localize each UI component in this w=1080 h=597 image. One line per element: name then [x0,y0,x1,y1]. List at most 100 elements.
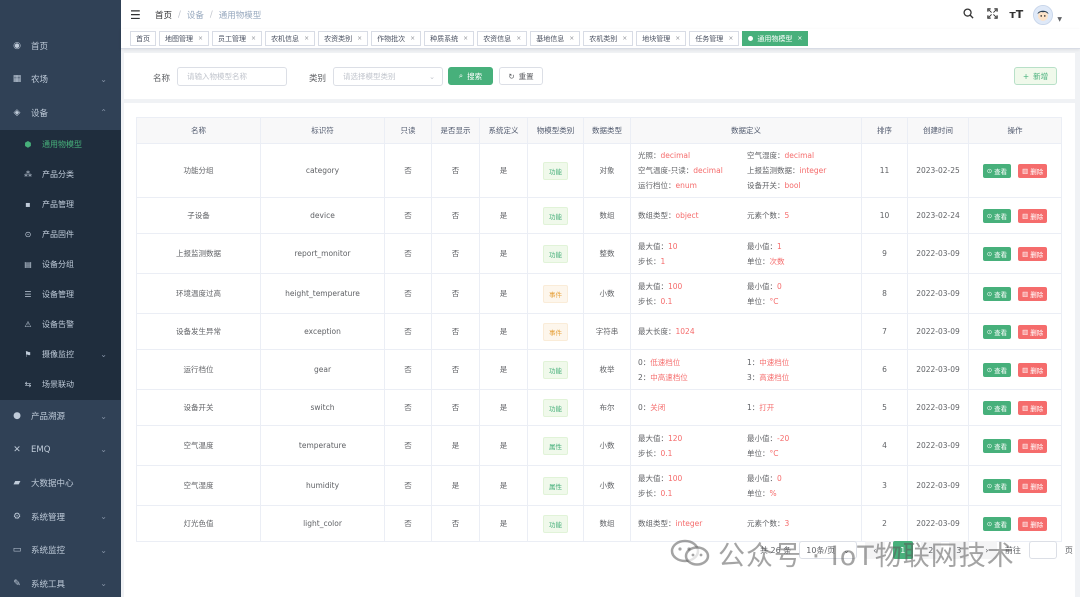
delete-button[interactable]: ▥ 删除 [1018,362,1048,377]
delete-button[interactable]: ▥ 删除 [1018,516,1048,531]
sidebar-subitem-3[interactable]: ⊙ 产品固件 [0,220,121,250]
view-button[interactable]: ⊙ 查看 [982,246,1012,261]
page-button-1[interactable]: 1 [892,541,913,559]
close-icon[interactable]: × [357,35,362,42]
close-icon[interactable]: × [516,35,521,42]
tab-tag-8[interactable]: 基地信息 × [530,31,581,46]
type-select[interactable]: 请选择模型类别 ⌄ [333,67,443,86]
tab-tag-0[interactable]: 首页 [130,31,156,46]
close-icon[interactable]: × [728,35,733,42]
delete-button[interactable]: ▥ 删除 [1018,400,1048,415]
prev-page-button[interactable]: ‹ [864,541,885,559]
delete-button[interactable]: ▥ 删除 [1018,438,1048,453]
sidebar-item-bottom-3[interactable]: ⚙ 系统管理 ⌄ [0,500,121,534]
view-button[interactable]: ⊙ 查看 [982,400,1012,415]
cell-created: 2022-03-09 [907,313,969,350]
cell-created: 2022-03-09 [907,465,969,506]
page-button-2[interactable]: 2 [920,541,941,559]
definition-key: 最大值： [638,241,668,251]
delete-button[interactable]: ▥ 删除 [1018,324,1048,339]
delete-button[interactable]: ▥ 删除 [1018,246,1048,261]
definition-key: 上报监测数据： [747,166,800,175]
tab-tag-3[interactable]: 农机信息 × [265,31,316,46]
add-button[interactable]: + 新增 [1014,67,1057,85]
sidebar-item-device[interactable]: ◈ 设备 ⌃ [0,96,121,130]
sidebar-item-bottom-0[interactable]: ● 产品溯源 ⌄ [0,400,121,434]
close-icon[interactable]: × [304,35,309,42]
cell-dtype: 对象 [583,143,631,198]
sidebar-subitem-8[interactable]: ⇆ 场景联动 [0,370,121,400]
search-icon[interactable] [961,7,975,22]
sidebar-subitem-1[interactable]: ⁂ 产品分类 [0,160,121,190]
close-icon[interactable]: × [198,35,203,42]
delete-button[interactable]: ▥ 删除 [1018,286,1048,301]
definition-item: 数组类型：object [638,210,747,221]
breadcrumb-item-home[interactable]: 首页 [155,9,172,21]
cell-readonly: 否 [384,197,432,234]
sidebar-subitem-0[interactable]: ⬢ 通用物模型 [0,130,121,160]
close-icon[interactable]: × [797,35,802,42]
delete-button[interactable]: ▥ 删除 [1018,163,1048,178]
close-icon[interactable]: × [410,35,415,42]
chevron-down-icon[interactable]: ▼ [1057,16,1062,23]
column-header: 排序 [861,117,908,144]
cell-visible: 否 [431,313,480,350]
close-icon[interactable]: × [675,35,680,42]
sidebar-subitem-5[interactable]: ☰ 设备管理 [0,280,121,310]
cell-order: 7 [861,313,908,350]
page-button-3[interactable]: 3 [948,541,969,559]
view-button[interactable]: ⊙ 查看 [982,362,1012,377]
page-size-select[interactable]: 10条/页 ⌄ [799,541,857,559]
definition-item: 最大值：120 [638,433,747,444]
tab-tag-2[interactable]: 员工管理 × [212,31,263,46]
thing-model-table: 名称 标识符 只读 是否显示 系统定义 物模型类别 数据类型 数据定义 排序 创建时间 操作 功能分… [136,117,1062,542]
sidebar-item-bottom-4[interactable]: ▭ 系统监控 ⌄ [0,534,121,568]
view-button[interactable]: ⊙ 查看 [982,516,1012,531]
close-icon[interactable]: × [463,35,468,42]
fullscreen-icon[interactable] [985,7,999,22]
sidebar-item-farm[interactable]: ▦ 农场 ⌄ [0,63,121,97]
definition-key: 最小值： [747,281,777,291]
close-icon[interactable]: × [622,35,627,42]
next-page-button[interactable]: › [976,541,997,559]
user-avatar[interactable] [1033,4,1054,25]
sidebar-subitem-2[interactable]: ▪ 产品管理 [0,190,121,220]
name-search-input[interactable]: 请输入物模型名称 [177,67,287,86]
definition-key: 2： [638,372,651,382]
view-button[interactable]: ⊙ 查看 [982,478,1012,493]
sidebar-subitem-4[interactable]: ▤ 设备分组 [0,250,121,280]
reset-button[interactable]: ↻ 重置 [499,67,543,85]
view-button[interactable]: ⊙ 查看 [982,286,1012,301]
sidebar-item-bottom-2[interactable]: ▰ 大数据中心 [0,467,121,501]
sidebar-item-bottom-1[interactable]: ✕ EMQ ⌄ [0,433,121,467]
close-icon[interactable]: × [569,35,574,42]
sidebar-subitem-7[interactable]: ⚑ 摄像监控 ⌄ [0,340,121,370]
cell-category: 功能 [527,233,584,274]
search-icon: ⌕ [458,71,464,80]
tab-tag-12[interactable]: 通用物模型 × [742,31,809,46]
view-button[interactable]: ⊙ 查看 [982,324,1012,339]
menu-icon: ✕ [13,444,21,455]
sidebar-item-dashboard[interactable]: ◉ 首页 [0,29,121,63]
tab-tag-5[interactable]: 作物批次 × [371,31,422,46]
search-button[interactable]: ⌕ 搜索 [448,67,493,85]
column-header: 只读 [384,117,432,144]
sidebar-subitem-6[interactable]: ⚠ 设备告警 [0,310,121,340]
tab-tag-1[interactable]: 地图管理 × [159,31,210,46]
sidebar-item-bottom-5[interactable]: ✎ 系统工具 ⌄ [0,567,121,597]
tab-tag-4[interactable]: 农资类别 × [318,31,369,46]
tab-tag-6[interactable]: 种质系统 × [424,31,475,46]
hamburger-icon[interactable]: ☰ [130,9,144,21]
font-size-icon[interactable]: тT [1009,8,1023,21]
view-button[interactable]: ⊙ 查看 [982,438,1012,453]
view-button[interactable]: ⊙ 查看 [982,163,1012,178]
tab-tag-10[interactable]: 地块管理 × [636,31,687,46]
goto-page-input[interactable] [1028,541,1057,559]
delete-button[interactable]: ▥ 删除 [1018,208,1048,223]
close-icon[interactable]: × [251,35,256,42]
view-button[interactable]: ⊙ 查看 [982,208,1012,223]
tab-tag-7[interactable]: 农资信息 × [477,31,528,46]
tab-tag-9[interactable]: 农机类别 × [583,31,634,46]
tab-tag-11[interactable]: 任务管理 × [689,31,740,46]
delete-button[interactable]: ▥ 删除 [1018,478,1048,493]
